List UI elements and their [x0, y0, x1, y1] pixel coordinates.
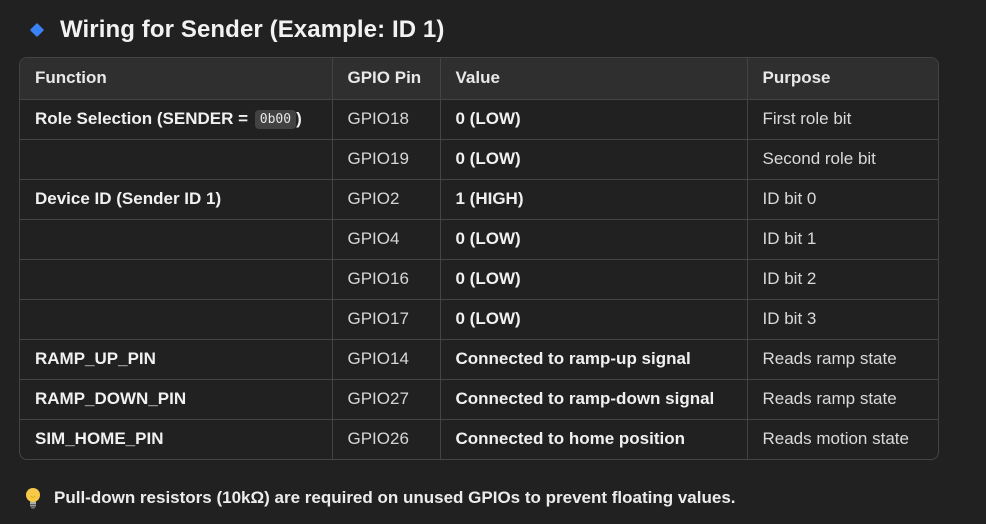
section-heading: Wiring for Sender (Example: ID 1): [28, 12, 444, 48]
gpio-pin-cell: GPIO14: [332, 339, 441, 380]
gpio-pin-cell: GPIO16: [332, 259, 441, 300]
header-function: Function: [20, 58, 333, 100]
header-gpio-pin: GPIO Pin: [332, 58, 441, 100]
table-row: GPIO4 0 (LOW) ID bit 1: [20, 219, 938, 260]
function-cell: SIM_HOME_PIN: [20, 419, 333, 459]
gpio-pin-cell: GPIO4: [332, 219, 441, 260]
footnote-text: Pull-down resistors (10kΩ) are required …: [54, 488, 736, 507]
inline-code: 0b00: [254, 110, 297, 129]
gpio-pin-cell: GPIO27: [332, 379, 441, 420]
header-value: Value: [440, 58, 748, 100]
table-row: GPIO17 0 (LOW) ID bit 3: [20, 299, 938, 340]
lightbulb-icon: [24, 487, 42, 509]
diamond-bullet-icon: [29, 22, 45, 38]
table-row: GPIO16 0 (LOW) ID bit 2: [20, 259, 938, 300]
header-purpose: Purpose: [747, 58, 938, 100]
function-text: Role Selection (SENDER =: [35, 109, 253, 128]
purpose-cell: ID bit 0: [747, 179, 938, 220]
value-cell: 0 (LOW): [440, 299, 748, 340]
value-cell: 0 (LOW): [440, 219, 748, 260]
table-row: SIM_HOME_PIN GPIO26 Connected to home po…: [20, 419, 938, 459]
function-cell: RAMP_DOWN_PIN: [20, 379, 333, 420]
purpose-cell: ID bit 2: [747, 259, 938, 300]
table-header-row: Function GPIO Pin Value Purpose: [20, 58, 938, 100]
function-cell: [20, 139, 333, 180]
purpose-cell: Reads ramp state: [747, 339, 938, 380]
function-cell: Device ID (Sender ID 1): [20, 179, 333, 220]
gpio-pin-cell: GPIO17: [332, 299, 441, 340]
value-cell: 1 (HIGH): [440, 179, 748, 220]
purpose-cell: Second role bit: [747, 139, 938, 180]
purpose-cell: Reads motion state: [762, 429, 909, 449]
gpio-pin-cell: GPIO19: [332, 139, 441, 180]
function-cell: [20, 299, 333, 340]
footnote: Pull-down resistors (10kΩ) are required …: [24, 484, 736, 512]
table-row: GPIO19 0 (LOW) Second role bit: [20, 139, 938, 180]
table-row: Device ID (Sender ID 1) GPIO2 1 (HIGH) I…: [20, 179, 938, 220]
value-cell: Connected to ramp-up signal: [440, 339, 748, 380]
purpose-cell: Reads ramp state: [747, 379, 938, 420]
function-cell: [20, 259, 333, 300]
section-title: Wiring for Sender (Example: ID 1): [60, 16, 445, 43]
purpose-cell: First role bit: [747, 99, 938, 140]
function-cell: Role Selection (SENDER = 0b00): [20, 99, 333, 140]
table-row: RAMP_UP_PIN GPIO14 Connected to ramp-up …: [20, 339, 938, 380]
gpio-pin-cell: GPIO2: [332, 179, 441, 220]
wiring-table: Function GPIO Pin Value Purpose Role Sel…: [19, 57, 939, 460]
gpio-pin-cell: GPIO18: [332, 99, 441, 140]
function-suffix: ): [296, 109, 302, 128]
value-cell: 0 (LOW): [440, 139, 748, 180]
value-cell: 0 (LOW): [440, 259, 748, 300]
table-row: RAMP_DOWN_PIN GPIO27 Connected to ramp-d…: [20, 379, 938, 420]
value-cell: Connected to ramp-down signal: [440, 379, 748, 420]
function-cell: RAMP_UP_PIN: [20, 339, 333, 380]
purpose-cell: ID bit 1: [747, 219, 938, 260]
function-cell: [20, 219, 333, 260]
table-row: Role Selection (SENDER = 0b00) GPIO18 0 …: [20, 99, 938, 140]
purpose-cell: ID bit 3: [747, 299, 938, 340]
value-cell: 0 (LOW): [440, 99, 748, 140]
gpio-pin-cell: GPIO26: [332, 419, 441, 459]
value-cell: Connected to home position: [440, 419, 748, 459]
